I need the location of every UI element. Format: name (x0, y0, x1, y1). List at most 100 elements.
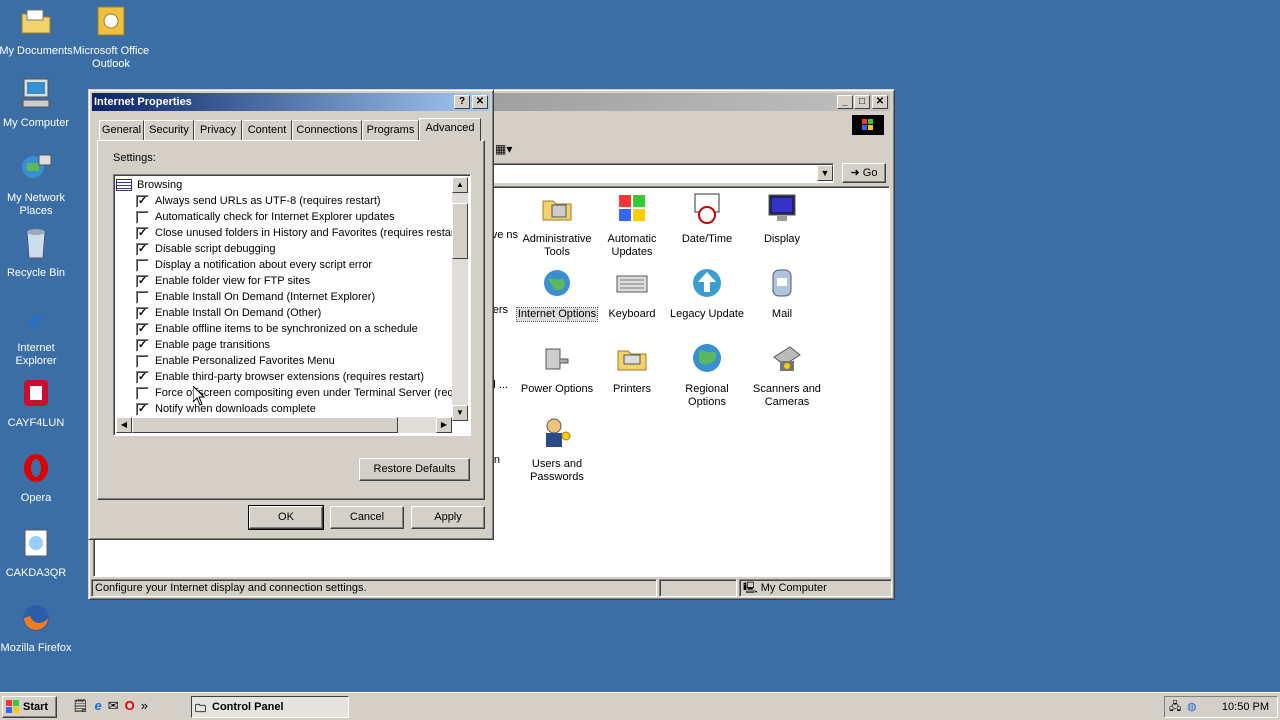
cp-item-administrative-tools[interactable]: Administrative Tools (517, 191, 597, 259)
tab-connections[interactable]: Connections (292, 120, 362, 140)
desktop-icon-my-documents[interactable]: My Documents (0, 4, 76, 58)
setting-option[interactable]: Automatically check for Internet Explore… (116, 209, 452, 225)
address-input[interactable]: ▼ (453, 163, 834, 183)
checked-checkbox[interactable]: ✓ (136, 323, 149, 336)
cp-item-display[interactable]: Display (742, 191, 822, 246)
address-dropdown-button[interactable]: ▼ (817, 165, 833, 181)
ie-icon: e (30, 304, 42, 335)
setting-option[interactable]: ✓ Enable third-party browser extensions (… (116, 369, 452, 385)
apply-button[interactable]: Apply (411, 506, 485, 529)
cp-item-keyboard[interactable]: Keyboard (592, 266, 672, 321)
windows-logo-icon (852, 115, 884, 135)
desktop-icon-cayf4lun[interactable]: CAYF4LUN (0, 376, 76, 430)
unchecked-checkbox[interactable] (136, 211, 149, 224)
tab-privacy[interactable]: Privacy (194, 120, 242, 140)
cp-item-automatic-updates[interactable]: Automatic Updates (592, 191, 672, 259)
clock[interactable]: 10:50 PM (1222, 697, 1269, 717)
help-button[interactable]: ? (454, 95, 470, 109)
desktop-icon-internet-explorer[interactable]: e Internet Explorer (0, 301, 76, 368)
setting-option[interactable]: ✓ Always send URLs as UTF-8 (requires res… (116, 193, 452, 209)
scroll-left-button[interactable]: ◀ (116, 417, 132, 433)
settings-vertical-scrollbar[interactable]: ▲ ▼ (452, 177, 468, 421)
setting-option[interactable]: ✓ Enable offline items to be synchronized… (116, 321, 452, 337)
cp-item-date-time[interactable]: Date/Time (667, 191, 747, 246)
outlook-express-icon[interactable]: ✉ (108, 698, 119, 716)
cp-item-mail[interactable]: Mail (742, 266, 822, 321)
tab-security[interactable]: Security (144, 120, 194, 140)
checked-checkbox[interactable]: ✓ (136, 371, 149, 384)
desktop-icon-firefox[interactable]: Mozilla Firefox (0, 601, 76, 655)
desktop-icon-network[interactable]: My Network Places (0, 151, 76, 218)
setting-option[interactable]: ✓ Notify when downloads complete (116, 401, 452, 417)
maximize-button[interactable]: □ (854, 95, 870, 109)
taskbar-control-panel[interactable]: 🗀 Control Panel (191, 696, 349, 718)
cp-item-users-passwords[interactable]: Users and Passwords (517, 416, 597, 484)
go-arrow-icon: ➜ (850, 167, 860, 179)
scroll-h-thumb[interactable] (132, 417, 398, 433)
more-icon[interactable]: » (141, 698, 148, 716)
ie-quicklaunch-icon[interactable]: e (95, 698, 102, 716)
desktop-icon-my-computer[interactable]: My Computer (0, 76, 76, 130)
setting-option[interactable]: Display a notification about every scrip… (116, 257, 452, 273)
network-tray-icon[interactable]: 🖧 (1169, 697, 1181, 717)
quick-launch: 🗒 e ✉ O » (72, 698, 148, 716)
views-icon[interactable]: ▦▾ (495, 142, 512, 156)
opera-quicklaunch-icon[interactable]: O (125, 698, 135, 716)
browsing-category-icon (116, 179, 132, 191)
scroll-down-button[interactable]: ▼ (452, 405, 468, 421)
cp-item-scanners-cameras[interactable]: Scanners and Cameras (742, 341, 832, 409)
ok-button[interactable]: OK (248, 505, 324, 530)
desktop-icon-recycle-bin[interactable]: Recycle Bin (0, 226, 76, 280)
checked-checkbox[interactable]: ✓ (136, 403, 149, 416)
scroll-up-button[interactable]: ▲ (452, 177, 468, 193)
setting-option[interactable]: Force offscreen compositing even under T… (116, 385, 452, 401)
cp-item-printers[interactable]: Printers (592, 341, 672, 396)
checked-checkbox[interactable]: ✓ (136, 307, 149, 320)
administrative-tools-icon (542, 200, 572, 221)
date-time-icon (694, 193, 720, 224)
scroll-thumb[interactable] (452, 203, 468, 259)
setting-option[interactable]: Enable Personalized Favorites Menu (116, 353, 452, 369)
tab-general[interactable]: General (99, 120, 144, 140)
show-desktop-icon[interactable]: 🗒 (72, 698, 89, 716)
desktop-icon-cakda3qr[interactable]: CAKDA3QR (0, 526, 76, 580)
cp-item-legacy-update[interactable]: Legacy Update (667, 266, 747, 321)
setting-option[interactable]: ✓ Close unused folders in History and Fav… (116, 225, 452, 241)
setting-option-label: Enable Install On Demand (Other) (155, 307, 322, 319)
cancel-button[interactable]: Cancel (330, 506, 404, 529)
internet-options-icon (544, 270, 570, 296)
checked-checkbox[interactable]: ✓ (136, 275, 149, 288)
checked-checkbox[interactable]: ✓ (136, 243, 149, 256)
setting-option[interactable]: ✓ Enable folder view for FTP sites (116, 273, 452, 289)
go-button[interactable]: ➜ Go (842, 163, 886, 183)
tab-advanced[interactable]: Advanced (419, 118, 481, 141)
checked-checkbox[interactable]: ✓ (136, 339, 149, 352)
setting-option[interactable]: ✓ Enable Install On Demand (Other) (116, 305, 452, 321)
scroll-right-button[interactable]: ▶ (436, 417, 452, 433)
setting-option-label: Enable page transitions (155, 339, 270, 351)
close-button[interactable]: ✕ (872, 95, 888, 109)
setting-option[interactable]: ✓ Enable page transitions (116, 337, 452, 353)
unchecked-checkbox[interactable] (136, 259, 149, 272)
desktop-icon-opera[interactable]: Opera (0, 451, 76, 505)
tab-programs[interactable]: Programs (362, 120, 419, 140)
cp-item-power-options[interactable]: Power Options (517, 341, 597, 396)
unchecked-checkbox[interactable] (136, 387, 149, 400)
unchecked-checkbox[interactable] (136, 355, 149, 368)
setting-option[interactable]: ✓ Disable script debugging (116, 241, 452, 257)
start-button[interactable]: Start (2, 696, 57, 718)
minimize-button[interactable]: _ (837, 95, 853, 109)
cp-item-regional-options[interactable]: Regional Options (667, 341, 747, 409)
settings-horizontal-scrollbar[interactable]: ◀ ▶ (116, 417, 452, 433)
update-tray-icon[interactable]: ◍ (1187, 697, 1197, 717)
unchecked-checkbox[interactable] (136, 291, 149, 304)
desktop-icon-outlook[interactable]: Microsoft Office Outlook (71, 4, 151, 71)
checked-checkbox[interactable]: ✓ (136, 227, 149, 240)
dialog-close-button[interactable]: ✕ (472, 95, 488, 109)
tab-content[interactable]: Content (242, 120, 292, 140)
setting-option[interactable]: Enable Install On Demand (Internet Explo… (116, 289, 452, 305)
checked-checkbox[interactable]: ✓ (136, 195, 149, 208)
dialog-title-buttons: ? ✕ (453, 95, 488, 109)
restore-defaults-button[interactable]: Restore Defaults (359, 458, 470, 481)
cp-item-internet-options[interactable]: Internet Options (516, 266, 598, 322)
